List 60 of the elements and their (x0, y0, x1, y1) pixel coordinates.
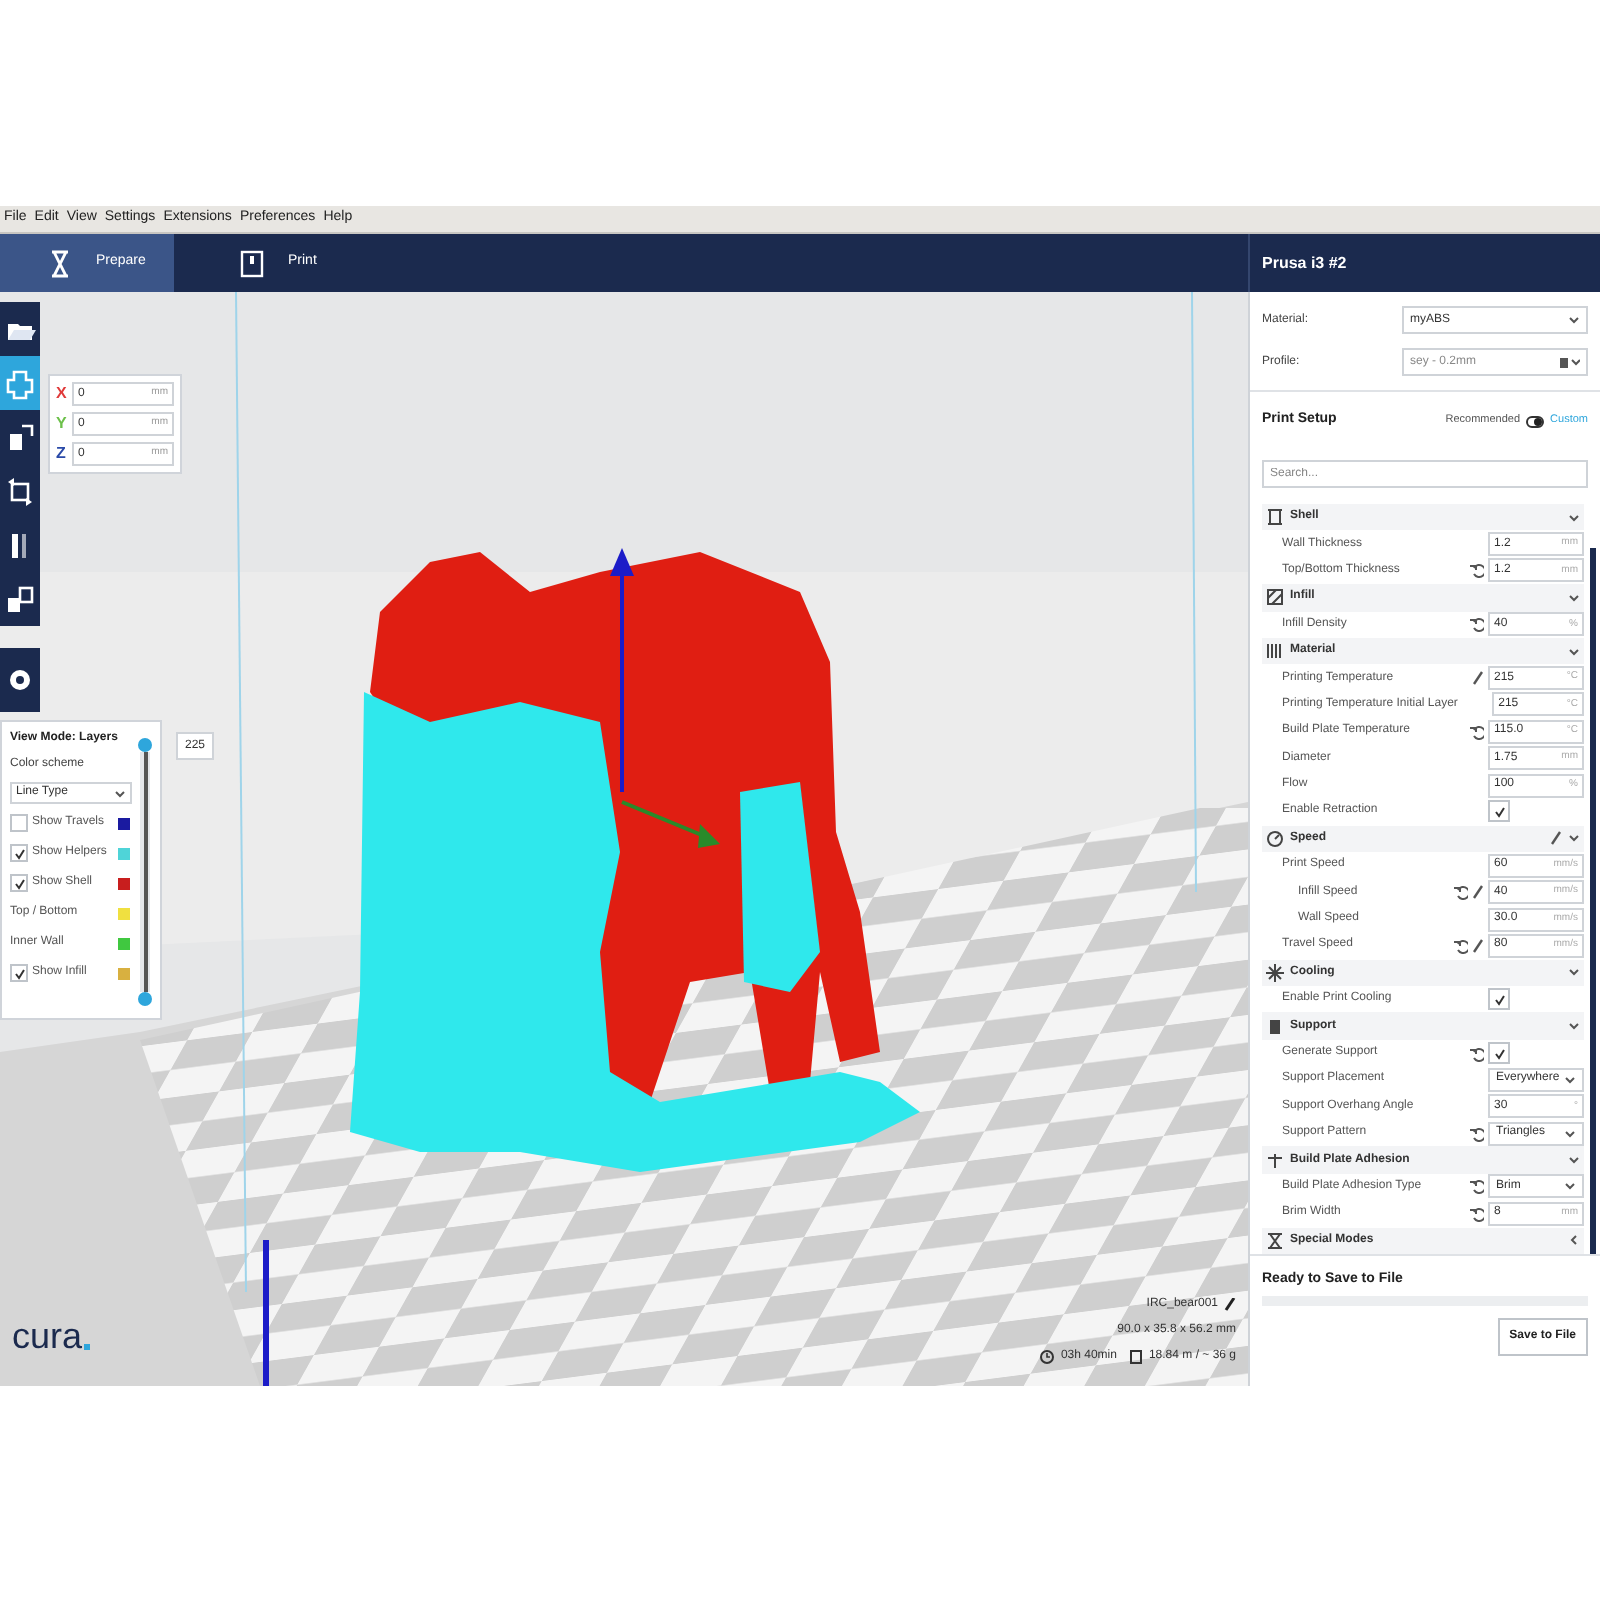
slider-handle[interactable] (138, 992, 152, 1006)
checkbox[interactable] (10, 814, 28, 832)
adhesion-icon (1266, 1151, 1284, 1170)
chevron-down-icon (1568, 316, 1580, 324)
scale-icon (4, 421, 36, 453)
hourglass-icon (48, 249, 72, 277)
rotate-icon (4, 475, 36, 507)
check-icon (13, 847, 25, 859)
bear-model[interactable] (350, 552, 920, 1172)
chevron-down-icon (1568, 966, 1580, 979)
chevron-down-icon (1568, 1154, 1580, 1167)
special-icon (1266, 1231, 1284, 1250)
pencil-icon (1224, 1298, 1236, 1312)
eye-icon (6, 666, 34, 694)
checkbox[interactable] (10, 874, 28, 892)
document-icon (240, 249, 264, 277)
clock-icon (1040, 1350, 1055, 1364)
checkbox[interactable] (10, 964, 28, 982)
layer-slider[interactable] (138, 738, 152, 1006)
checkbox[interactable] (1488, 1042, 1510, 1064)
mode-toggle[interactable] (1526, 415, 1545, 427)
check-icon (1493, 805, 1505, 818)
axis-label: Y (56, 412, 68, 436)
check-icon (1493, 1047, 1505, 1059)
material-icon (1266, 642, 1284, 661)
speed-icon (1266, 829, 1284, 848)
tool-button[interactable] (0, 410, 40, 464)
per-model-icon (4, 583, 36, 615)
axis-arrow[interactable] (610, 548, 634, 792)
checkbox[interactable] (1488, 988, 1510, 1011)
check-icon (13, 967, 25, 979)
chevron-down-icon (1564, 1075, 1576, 1084)
tool-button[interactable] (0, 572, 40, 626)
chevron-left-icon (1568, 1234, 1580, 1247)
chevron-down-icon (114, 789, 126, 797)
chevron-down-icon (1564, 1182, 1576, 1191)
shell-icon (1266, 508, 1284, 527)
printer-name[interactable]: Prusa i3 #2 (1262, 251, 1347, 275)
slider-handle[interactable] (138, 738, 152, 752)
chevron-down-icon (1568, 832, 1580, 845)
check-icon (13, 877, 25, 889)
scrollbar[interactable] (1590, 548, 1596, 1254)
view-mode-button[interactable] (0, 648, 40, 712)
axis-label: X (56, 382, 68, 406)
checkbox[interactable] (10, 844, 28, 862)
chevron-down-icon (1568, 511, 1580, 524)
checkbox[interactable] (1488, 800, 1510, 823)
chevron-down-icon (1560, 357, 1580, 367)
chevron-down-icon (1568, 591, 1580, 604)
chevron-down-icon (1568, 1020, 1580, 1033)
logo-text: cura (12, 1318, 83, 1354)
infill-icon (1266, 588, 1284, 607)
check-icon (1493, 993, 1505, 1006)
tool-button[interactable] (0, 302, 40, 356)
chevron-down-icon (1564, 1129, 1576, 1138)
support-icon (1266, 1017, 1284, 1036)
axis-label: Z (56, 442, 68, 466)
chevron-down-icon (1568, 645, 1580, 658)
move-icon (4, 367, 36, 399)
cooling-icon (1266, 963, 1284, 982)
